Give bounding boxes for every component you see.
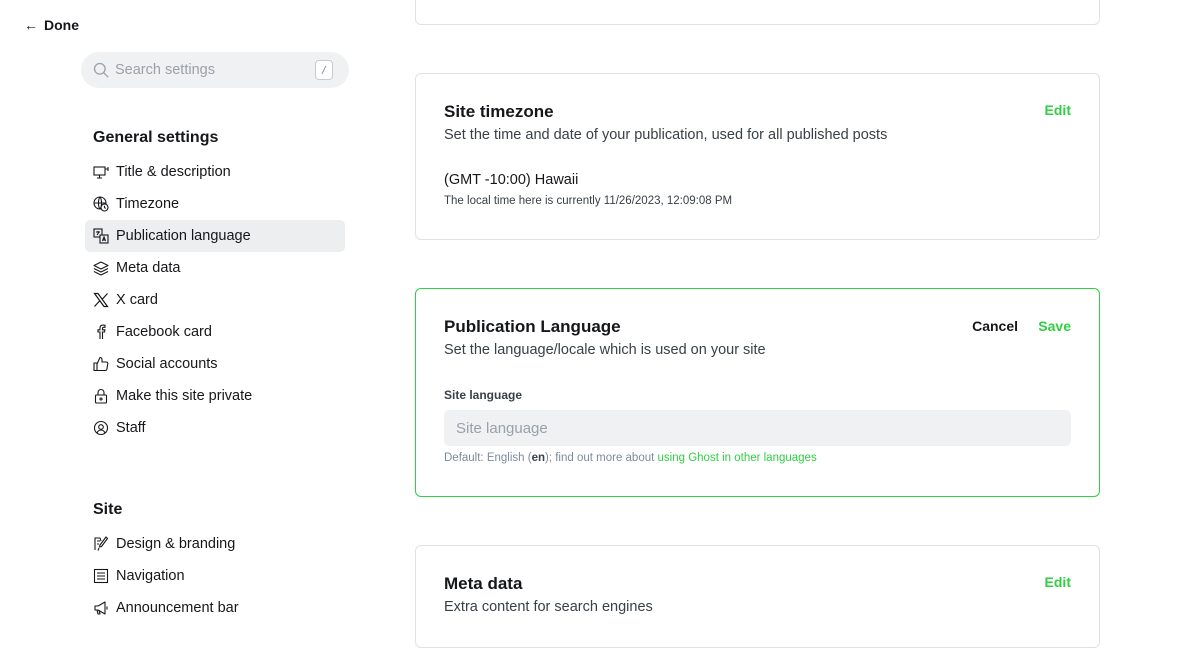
sidebar-item-label: Social accounts xyxy=(116,356,218,372)
sidebar-item-meta-data[interactable]: Meta data xyxy=(85,252,345,284)
edit-timezone-button[interactable]: Edit xyxy=(1045,102,1071,118)
cancel-button[interactable]: Cancel xyxy=(972,318,1018,334)
layers-icon xyxy=(93,260,109,276)
site-heading: Site xyxy=(93,501,123,518)
general-settings-nav: Title & description Timezone Publication… xyxy=(85,156,345,444)
presentation-icon xyxy=(93,164,109,180)
list-icon xyxy=(93,568,109,584)
site-language-hint: Default: English (en); find out more abo… xyxy=(444,452,817,464)
lock-icon xyxy=(93,388,109,404)
card-title: Site timezone xyxy=(444,102,554,121)
general-settings-heading: General settings xyxy=(93,129,219,146)
card-description: Set the time and date of your publicatio… xyxy=(444,127,888,143)
arrow-left-icon: ← xyxy=(24,17,38,33)
search-bar[interactable]: / xyxy=(81,52,349,88)
save-button[interactable]: Save xyxy=(1038,318,1071,334)
sidebar-item-label: Facebook card xyxy=(116,324,212,340)
sidebar-item-navigation[interactable]: Navigation xyxy=(85,560,345,592)
done-label: Done xyxy=(44,17,79,33)
staff-icon xyxy=(93,420,109,436)
site-nav: Design & branding Navigation Announcemen… xyxy=(85,528,345,624)
meta-data-card: Meta data Extra content for search engin… xyxy=(415,545,1100,648)
card-title: Publication Language xyxy=(444,317,621,336)
previous-settings-card xyxy=(415,0,1100,25)
hint-default-code: en xyxy=(531,452,545,464)
sidebar-item-make-site-private[interactable]: Make this site private xyxy=(85,380,345,412)
card-description: Set the language/locale which is used on… xyxy=(444,342,766,358)
sidebar-item-design-branding[interactable]: Design & branding xyxy=(85,528,345,560)
local-time-text: The local time here is currently 11/26/2… xyxy=(444,195,733,207)
sidebar-item-title-description[interactable]: Title & description xyxy=(85,156,345,188)
sidebar-item-label: Navigation xyxy=(116,568,185,584)
facebook-icon xyxy=(93,324,109,340)
hint-prefix: Default: English ( xyxy=(444,452,532,464)
site-language-label: Site language xyxy=(444,388,523,402)
sidebar-item-staff[interactable]: Staff xyxy=(85,412,345,444)
megaphone-icon xyxy=(93,600,109,616)
site-timezone-card: Site timezone Set the time and date of y… xyxy=(415,73,1100,240)
sidebar-item-timezone[interactable]: Timezone xyxy=(85,188,345,220)
site-language-input[interactable] xyxy=(444,410,1071,446)
languages-help-link[interactable]: using Ghost in other languages xyxy=(658,452,817,464)
sidebar-item-label: Make this site private xyxy=(116,388,253,404)
sidebar-item-social-accounts[interactable]: Social accounts xyxy=(85,348,345,380)
sidebar-item-label: Announcement bar xyxy=(116,600,239,616)
sidebar-item-label: Meta data xyxy=(116,260,181,276)
card-description: Extra content for search engines xyxy=(444,599,653,615)
publication-language-card: Publication Language Set the language/lo… xyxy=(415,288,1100,497)
sidebar-item-x-card[interactable]: X card xyxy=(85,284,345,316)
sidebar-item-label: Publication language xyxy=(116,228,251,244)
search-shortcut-badge: / xyxy=(315,60,333,80)
sidebar-item-publication-language[interactable]: Publication language xyxy=(85,220,345,252)
translate-icon xyxy=(93,228,109,244)
thumbs-up-icon xyxy=(93,356,109,372)
search-icon xyxy=(93,62,109,78)
sidebar-item-label: Design & branding xyxy=(116,536,236,552)
sidebar-item-announcement-bar[interactable]: Announcement bar xyxy=(85,592,345,624)
sidebar-item-facebook-card[interactable]: Facebook card xyxy=(85,316,345,348)
timezone-value: (GMT -10:00) Hawaii xyxy=(444,172,579,188)
globe-clock-icon xyxy=(93,196,109,212)
paint-brush-icon xyxy=(93,536,109,552)
edit-meta-data-button[interactable]: Edit xyxy=(1045,574,1071,590)
x-logo-icon xyxy=(93,292,109,308)
sidebar-item-label: Timezone xyxy=(116,196,180,212)
hint-middle: ); find out more about xyxy=(545,452,658,464)
sidebar-item-label: Staff xyxy=(116,420,146,436)
sidebar-item-label: Title & description xyxy=(116,164,231,180)
card-title: Meta data xyxy=(444,574,523,593)
done-button[interactable]: ← Done xyxy=(24,17,79,33)
sidebar-item-label: X card xyxy=(116,292,158,308)
search-input[interactable] xyxy=(115,62,305,78)
